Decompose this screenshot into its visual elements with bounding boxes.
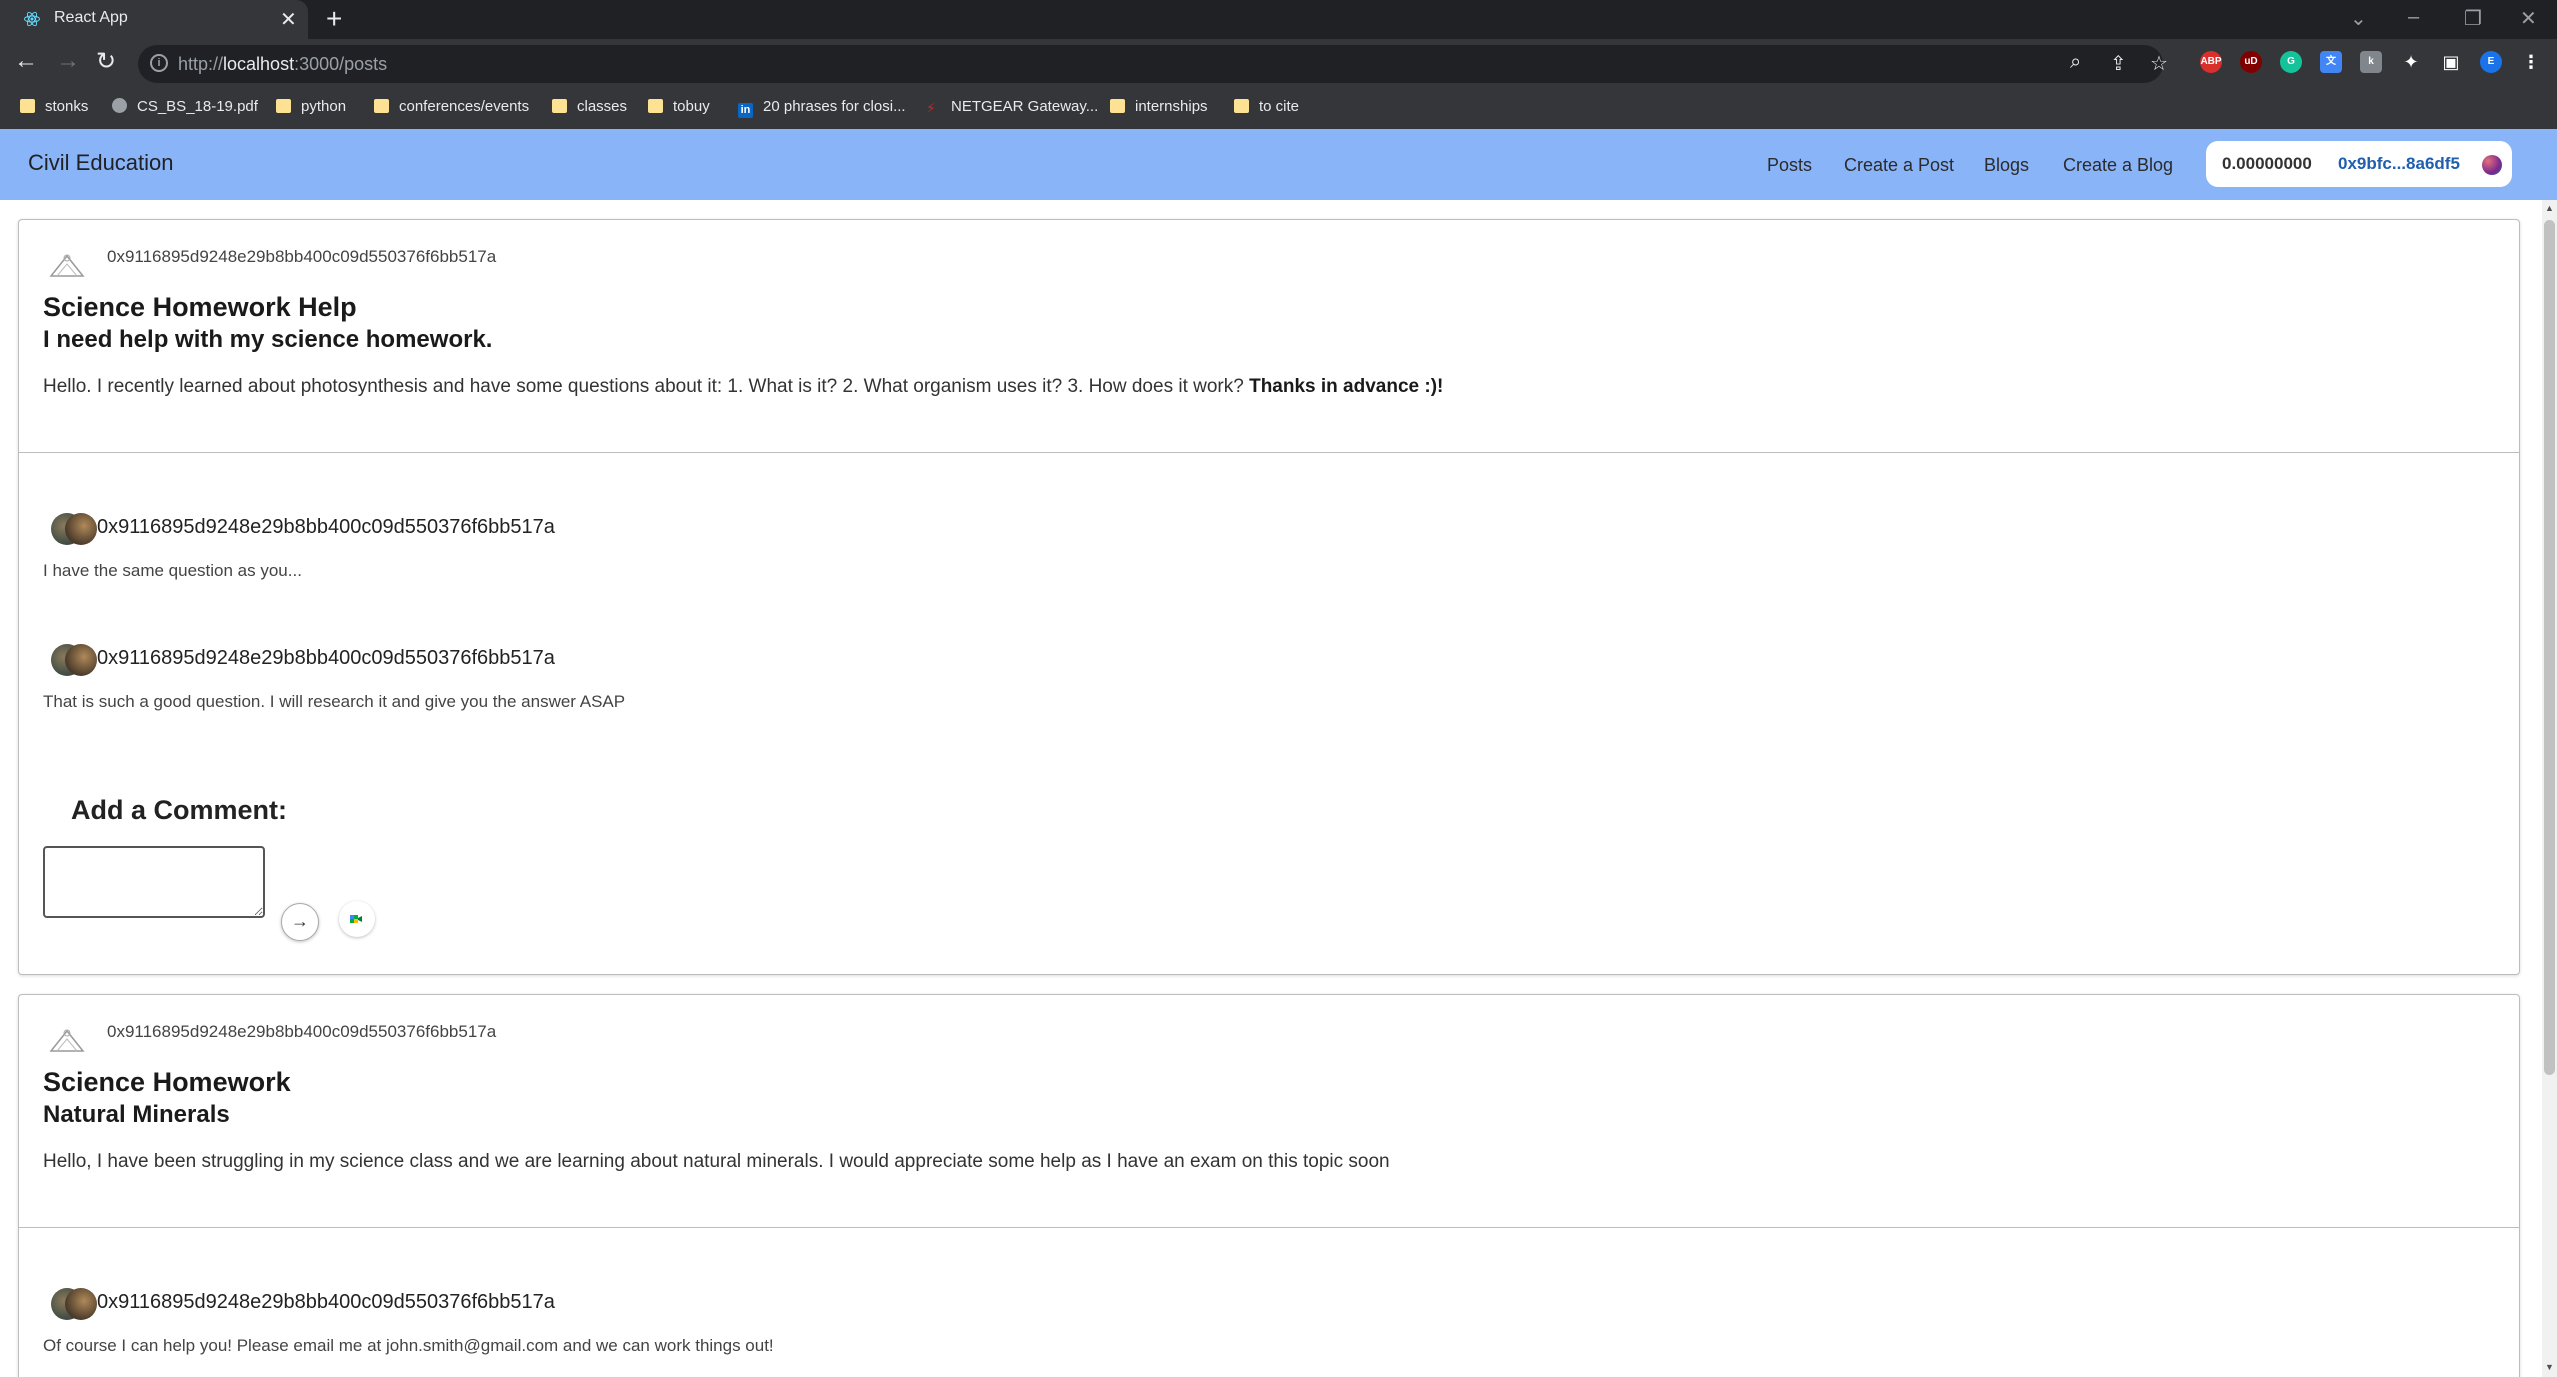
bookmark-netgear[interactable]: ⚡ NETGEAR Gateway... <box>926 98 1098 116</box>
nav-posts[interactable]: Posts <box>1767 155 1812 176</box>
restore-icon[interactable]: ❐ <box>2464 6 2482 31</box>
bookmarks-bar: stonks CS_BS_18-19.pdf python conference… <box>0 89 2557 130</box>
post-body: Hello. I recently learned about photosyn… <box>43 376 1444 397</box>
extensions-puzzle-icon[interactable]: ✦ <box>2400 51 2422 73</box>
post-header: 0x9116895d9248e29b8bb400c09d550376f6bb51… <box>19 220 2519 453</box>
tab-title: React App <box>54 9 128 26</box>
bookmark-star-icon[interactable]: ☆ <box>2150 51 2168 76</box>
bookmark-internships[interactable]: internships <box>1110 98 1208 115</box>
author-address: 0x9116895d9248e29b8bb400c09d550376f6bb51… <box>107 1022 497 1041</box>
comment-text: I have the same question as you... <box>43 561 302 580</box>
video-call-button[interactable] <box>339 901 375 937</box>
commenter-address: 0x9116895d9248e29b8bb400c09d550376f6bb51… <box>97 516 555 538</box>
post-card: 0x9116895d9248e29b8bb400c09d550376f6bb51… <box>18 994 2520 1377</box>
post-subtitle: I need help with my science homework. <box>43 326 493 353</box>
commenter-avatar <box>51 1288 97 1320</box>
site-info-icon[interactable]: i <box>150 54 168 72</box>
post-header: 0x9116895d9248e29b8bb400c09d550376f6bb51… <box>19 995 2519 1228</box>
address-bar[interactable]: i http://localhost:3000/posts ⌕ ⇪ ☆ <box>138 45 2168 83</box>
page-scrollbar[interactable]: ▲ ▼ <box>2542 200 2557 1377</box>
author-avatar-icon <box>49 1029 85 1052</box>
commenter-avatar <box>51 644 97 676</box>
browser-tab[interactable]: React App ✕ <box>0 0 308 39</box>
post-title: Science Homework Help <box>43 292 357 322</box>
chevron-down-icon[interactable]: ⌄ <box>2350 6 2367 31</box>
post-body: Hello, I have been struggling in my scie… <box>43 1151 1390 1172</box>
wallet-button[interactable]: 0.00000000 0x9bfc...8a6df5 <box>2206 141 2512 187</box>
author-address: 0x9116895d9248e29b8bb400c09d550376f6bb51… <box>107 247 497 266</box>
wallet-avatar <box>2482 155 2502 175</box>
post-title: Science Homework <box>43 1067 291 1097</box>
menu-icon[interactable]: ⋮ <box>2520 51 2542 73</box>
adblock-plus-icon[interactable]: ABP <box>2200 51 2222 73</box>
post-card: 0x9116895d9248e29b8bb400c09d550376f6bb51… <box>18 219 2520 975</box>
bookmark-classes[interactable]: classes <box>552 98 627 115</box>
app-navbar: Civil Education Posts Create a Post Blog… <box>0 129 2557 200</box>
comment-text: Of course I can help you! Please email m… <box>43 1336 774 1355</box>
nav-create-blog[interactable]: Create a Blog <box>2063 155 2173 176</box>
brand-title[interactable]: Civil Education <box>28 150 174 176</box>
author-avatar-icon <box>49 254 85 277</box>
extension-k-icon[interactable]: k <box>2360 51 2382 73</box>
scroll-down-icon[interactable]: ▼ <box>2545 1362 2554 1372</box>
post-subtitle: Natural Minerals <box>43 1101 230 1128</box>
folder-icon <box>648 99 663 113</box>
browser-toolbar: ← → ↻ i http://localhost:3000/posts ⌕ ⇪ … <box>0 39 2557 89</box>
commenter-address: 0x9116895d9248e29b8bb400c09d550376f6bb51… <box>97 1291 555 1313</box>
url-text[interactable]: http://localhost:3000/posts <box>178 54 387 75</box>
comment-text: That is such a good question. I will res… <box>43 692 626 711</box>
share-icon[interactable]: ⇪ <box>2110 51 2127 76</box>
forward-icon[interactable]: → <box>56 47 80 75</box>
folder-icon <box>552 99 567 113</box>
scroll-up-icon[interactable]: ▲ <box>2545 203 2554 213</box>
netgear-icon: ⚡ <box>926 100 936 116</box>
commenter-avatar <box>51 513 97 545</box>
folder-icon <box>1110 99 1125 113</box>
bookmark-linkedin-phrases[interactable]: in 20 phrases for closi... <box>738 98 906 118</box>
scrollbar-thumb[interactable] <box>2544 220 2555 1075</box>
folder-icon <box>374 99 389 113</box>
bookmark-cs-bs-pdf[interactable]: CS_BS_18-19.pdf <box>112 98 258 115</box>
bookmark-conferences[interactable]: conferences/events <box>374 98 529 115</box>
bookmark-stonks[interactable]: stonks <box>20 98 88 115</box>
send-comment-button[interactable]: → <box>281 903 319 941</box>
folder-icon <box>1234 99 1249 113</box>
commenter-address: 0x9116895d9248e29b8bb400c09d550376f6bb51… <box>97 647 555 669</box>
folder-icon <box>276 99 291 113</box>
zoom-icon[interactable]: ⌕ <box>2070 51 2081 74</box>
posts-feed: 0x9116895d9248e29b8bb400c09d550376f6bb51… <box>0 200 2542 1377</box>
globe-icon <box>112 98 127 113</box>
wallet-balance: 0.00000000 <box>2222 154 2312 173</box>
wallet-address: 0x9bfc...8a6df5 <box>2338 154 2460 173</box>
ublock-icon[interactable]: uD <box>2240 51 2262 73</box>
bookmark-python[interactable]: python <box>276 98 346 115</box>
profile-avatar[interactable]: E <box>2480 51 2502 73</box>
side-panel-icon[interactable]: ▣ <box>2440 51 2462 73</box>
react-icon <box>24 11 40 27</box>
bookmark-tobuy[interactable]: tobuy <box>648 98 710 115</box>
folder-icon <box>20 99 35 113</box>
browser-tabstrip: React App ✕ + ⌄ – ❐ ✕ <box>0 0 2557 39</box>
back-icon[interactable]: ← <box>14 47 38 75</box>
close-tab-icon[interactable]: ✕ <box>280 7 297 32</box>
post-body-bold: Thanks in advance :)! <box>1249 376 1444 397</box>
bookmark-to-cite[interactable]: to cite <box>1234 98 1299 115</box>
meet-icon <box>350 915 362 923</box>
minimize-icon[interactable]: – <box>2408 6 2419 29</box>
grammarly-icon[interactable]: G <box>2280 51 2302 73</box>
add-comment-heading: Add a Comment: <box>71 795 287 825</box>
window-close-icon[interactable]: ✕ <box>2520 6 2537 31</box>
nav-create-post[interactable]: Create a Post <box>1844 155 1954 176</box>
reload-icon[interactable]: ↻ <box>96 47 116 76</box>
linkedin-icon: in <box>738 103 753 118</box>
new-tab-button[interactable]: + <box>326 3 342 35</box>
comment-input[interactable] <box>43 846 265 918</box>
nav-blogs[interactable]: Blogs <box>1984 155 2029 176</box>
translate-icon[interactable]: 文 <box>2320 51 2342 73</box>
